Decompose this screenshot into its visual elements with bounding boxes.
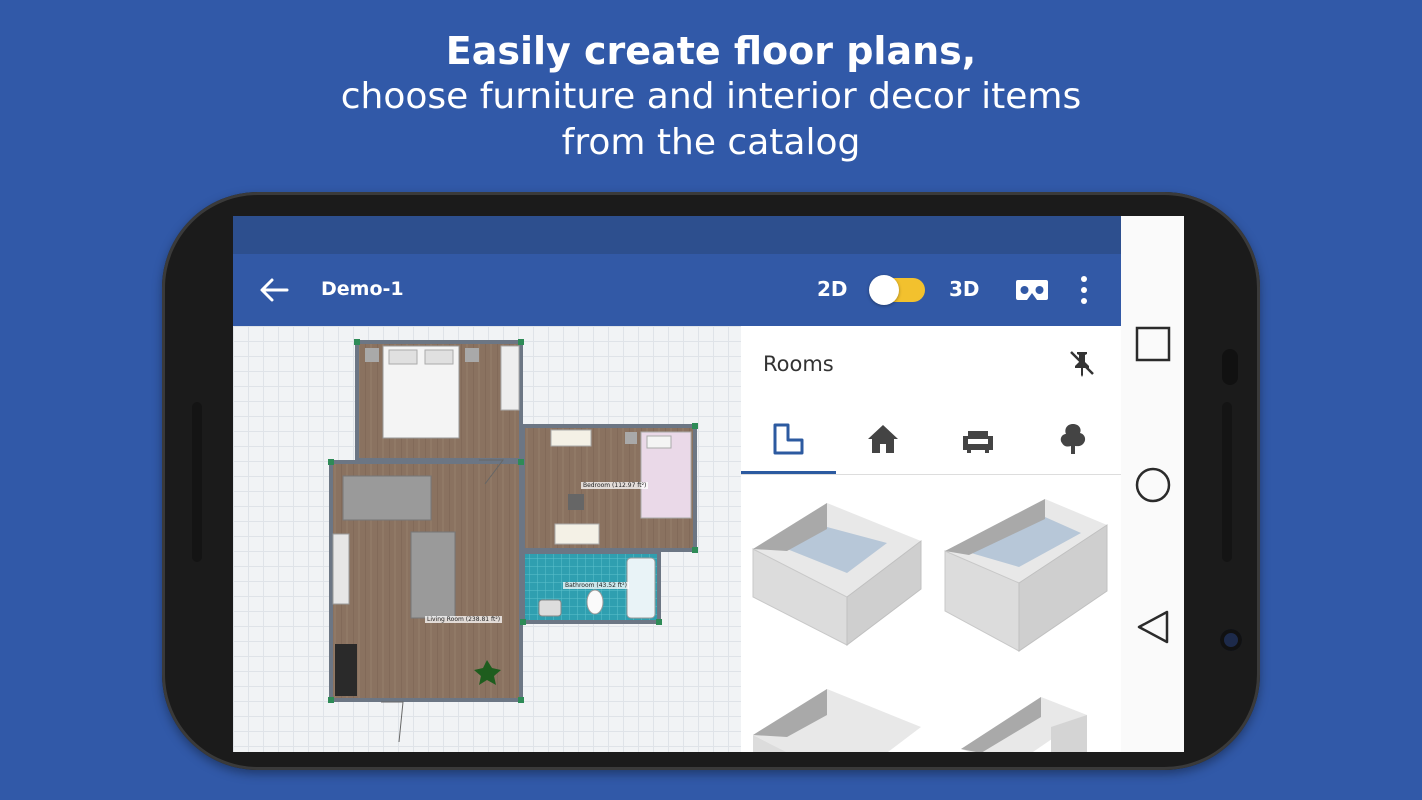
toggle-knob bbox=[869, 275, 899, 305]
back-arrow-icon[interactable] bbox=[259, 276, 289, 304]
project-title: Demo-1 bbox=[321, 278, 404, 300]
bathtub[interactable] bbox=[626, 557, 656, 619]
more-vert-icon[interactable] bbox=[1079, 274, 1089, 306]
headline-line-1: Easily create floor plans, bbox=[445, 29, 977, 73]
headline-line-2: choose furniture and interior decor item… bbox=[340, 76, 1082, 117]
room-template-3[interactable] bbox=[747, 685, 927, 752]
floor-plan-drawing bbox=[328, 339, 698, 743]
back-triangle-icon[interactable] bbox=[1135, 609, 1171, 645]
room-label-living-room: Living Room (238.81 ft²) bbox=[425, 616, 503, 623]
recents-square-icon[interactable] bbox=[1135, 326, 1171, 362]
tree-icon bbox=[1060, 424, 1086, 454]
home-icon bbox=[868, 425, 898, 453]
floor-plan-canvas[interactable]: Bedroom (112.97 ft²) Bathroom (43.52 ft²… bbox=[233, 326, 741, 752]
panel-title: Rooms bbox=[763, 352, 834, 376]
view-mode-toggle[interactable] bbox=[869, 275, 925, 305]
status-bar bbox=[233, 216, 1121, 254]
room-template-2[interactable] bbox=[941, 495, 1111, 655]
app-bar: Demo-1 2D 3D bbox=[233, 254, 1121, 326]
sofa[interactable] bbox=[342, 475, 432, 521]
room-label-bathroom: Bathroom (43.52 ft²) bbox=[563, 582, 629, 589]
mode-3d-label[interactable]: 3D bbox=[949, 277, 980, 301]
tab-rooms[interactable] bbox=[741, 410, 836, 474]
vr-headset-icon[interactable] bbox=[1015, 279, 1049, 301]
phone-camera bbox=[1220, 629, 1242, 651]
sofa-icon bbox=[963, 431, 993, 453]
app-screen: Demo-1 2D 3D Bedroom (112.97 ft²) Bathro… bbox=[233, 216, 1184, 752]
tab-outdoor[interactable] bbox=[1026, 410, 1121, 474]
tab-building[interactable] bbox=[836, 410, 931, 474]
room-template-1[interactable] bbox=[747, 499, 927, 649]
room-template-4[interactable] bbox=[951, 687, 1111, 752]
catalog-grid bbox=[741, 475, 1121, 752]
phone-side-button-right bbox=[1222, 402, 1232, 562]
armchair-sofa[interactable] bbox=[410, 531, 456, 619]
phone-speaker bbox=[1222, 349, 1238, 385]
unpin-icon[interactable] bbox=[1067, 348, 1097, 378]
headline-line-3: from the catalog bbox=[561, 122, 861, 163]
phone-side-button-left bbox=[192, 402, 202, 562]
android-nav-bar bbox=[1121, 216, 1184, 752]
room-label-bedroom: Bedroom (112.97 ft²) bbox=[581, 482, 649, 489]
headline: Easily create floor plans, choose furnit… bbox=[0, 28, 1422, 166]
mode-2d-label[interactable]: 2D bbox=[817, 277, 848, 301]
tab-furniture[interactable] bbox=[931, 410, 1026, 474]
home-circle-icon[interactable] bbox=[1135, 467, 1171, 503]
catalog-panel: Rooms bbox=[741, 326, 1121, 752]
category-tabs bbox=[741, 410, 1121, 475]
room-shape-icon bbox=[773, 423, 804, 455]
